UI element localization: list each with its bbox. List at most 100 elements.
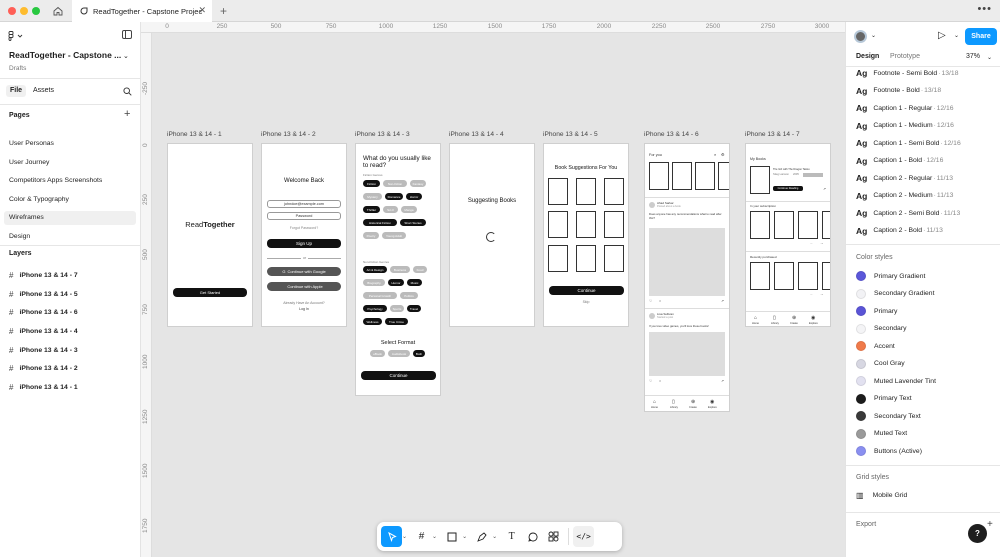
color-style-item[interactable]: Muted Lavender Tint (856, 376, 936, 386)
zoom-level[interactable]: 37% (966, 53, 980, 60)
tab-file[interactable]: File (6, 85, 27, 97)
frame-iphone-4[interactable]: Suggesting Books (449, 143, 535, 327)
page-item-user-journey[interactable]: User Journey (4, 156, 136, 170)
nav-label[interactable]: Home (752, 322, 759, 325)
nav-library-icon[interactable]: ▯ (773, 315, 776, 321)
comment-tool-icon[interactable] (522, 526, 543, 547)
present-icon[interactable]: ▷ (938, 30, 946, 41)
book-card[interactable] (649, 162, 669, 190)
frame-tool-icon[interactable]: # (411, 526, 432, 547)
main-menu-icon[interactable] (8, 31, 24, 44)
color-style-item[interactable]: Primary Gradient (856, 271, 925, 281)
arrow-right-icon[interactable]: → (820, 241, 824, 245)
avatar[interactable] (649, 313, 655, 319)
genre-chip[interactable]: Fantasy (410, 180, 426, 187)
genre-chip[interactable]: Sci-fi (383, 206, 398, 213)
text-tool-icon[interactable]: T (501, 526, 522, 547)
nav-library-icon[interactable]: ▯ (672, 399, 675, 405)
close-tab-icon[interactable]: ✕ (198, 5, 206, 16)
skip-link[interactable]: Skip (544, 300, 628, 304)
toggle-sidebar-icon[interactable] (122, 30, 132, 39)
genre-chip[interactable]: Fiction (363, 180, 380, 187)
nav-label[interactable]: Home (651, 406, 658, 409)
settings-icon[interactable]: ⚙ (721, 152, 725, 157)
layer-iphone-4[interactable]: # iPhone 13 & 14 - 4 (9, 324, 134, 338)
post-image[interactable] (649, 332, 725, 376)
text-style-item[interactable]: Ag Caption 1 - Medium · 12/16 (856, 121, 954, 131)
chevron-down-icon[interactable]: ⌄ (954, 32, 959, 39)
book-card[interactable] (822, 262, 830, 290)
nav-create-icon[interactable]: ⊕ (792, 315, 796, 321)
genre-chip[interactable]: Biography (363, 279, 385, 286)
book-placeholder[interactable] (548, 178, 568, 205)
genre-chip[interactable]: Horror (406, 193, 422, 200)
comment-icon[interactable]: ○ (659, 379, 661, 383)
layer-iphone-1[interactable]: # iPhone 13 & 14 - 1 (9, 380, 134, 394)
genre-chip[interactable]: Sports (390, 305, 404, 312)
close-window-button[interactable] (8, 7, 16, 15)
text-style-item[interactable]: Ag Caption 2 - Bold · 11/13 (856, 226, 943, 236)
share-icon[interactable]: ↗ (721, 379, 724, 383)
user-avatar[interactable] (854, 30, 867, 43)
text-style-item[interactable]: Ag Caption 1 - Semi Bold · 12/16 (856, 138, 961, 148)
design-canvas[interactable]: iPhone 13 & 14 - 1 iPhone 13 & 14 - 2 iP… (152, 33, 845, 557)
frame-iphone-2[interactable]: Welcome Back johndoe@example.com Passwor… (261, 143, 347, 327)
book-placeholder[interactable] (576, 211, 596, 238)
book-card[interactable] (822, 211, 830, 239)
genre-chip[interactable]: Young Adult (382, 232, 406, 239)
arrow-left-icon[interactable]: ← (810, 241, 814, 245)
apple-button[interactable]: Continue with Apple (267, 282, 341, 291)
search-icon[interactable] (123, 87, 132, 98)
frame-iphone-3[interactable]: What do you usually like to read? Fictio… (355, 143, 441, 396)
project-location[interactable]: Drafts (9, 65, 26, 72)
color-style-item[interactable]: Muted Text (856, 428, 907, 439)
book-card[interactable] (774, 211, 794, 239)
page-item-wireframes[interactable]: Wireframes (4, 211, 136, 225)
arrow-right-icon[interactable]: → (820, 292, 824, 296)
nav-explore-icon[interactable]: ◉ (710, 399, 714, 405)
nav-label[interactable]: Explore (708, 406, 717, 409)
dev-mode-icon[interactable]: </> (573, 526, 595, 547)
book-placeholder[interactable] (548, 211, 568, 238)
genre-chip[interactable]: Food (413, 266, 427, 273)
email-field[interactable]: johndoe@example.com (267, 200, 341, 208)
rectangle-tool-icon[interactable] (441, 526, 462, 547)
genre-chip[interactable]: Audiobook (388, 350, 410, 357)
get-started-button[interactable]: Get Started (173, 288, 247, 297)
tab-prototype[interactable]: Prototype (890, 53, 920, 60)
genre-chip[interactable]: Manga (401, 206, 417, 213)
color-style-item[interactable]: Accent (856, 341, 895, 351)
frame-iphone-1[interactable]: ReadTogether Get Started (167, 143, 253, 327)
avatar[interactable] (649, 202, 655, 208)
color-style-item[interactable]: Primary Text (856, 393, 912, 404)
log-in-link[interactable]: Log In (262, 307, 346, 311)
frame-label[interactable]: iPhone 13 & 14 - 5 (543, 131, 598, 138)
color-style-item[interactable]: Secondary Gradient (856, 288, 934, 299)
text-style-item[interactable]: Ag Caption 1 - Bold · 12/16 (856, 156, 943, 166)
google-button[interactable]: G Continue with Google (267, 267, 341, 276)
book-placeholder[interactable] (604, 178, 624, 205)
nav-home-icon[interactable]: ⌂ (754, 315, 757, 321)
frame-iphone-6[interactable]: For you ⌕ ⚙ Ahad Sarkar Posted about a b… (644, 143, 730, 412)
genre-chip[interactable]: Short Stories (400, 219, 426, 226)
move-tool-icon[interactable] (381, 526, 402, 547)
nav-label[interactable]: Create (790, 322, 798, 325)
chevron-down-icon[interactable]: ⌄ (871, 32, 876, 39)
genre-chip[interactable]: Thriller (363, 206, 380, 213)
genre-chip[interactable]: Art & Design (363, 266, 387, 273)
search-icon[interactable]: ⌕ (714, 152, 716, 157)
nav-label[interactable]: Create (689, 406, 697, 409)
book-placeholder[interactable] (576, 178, 596, 205)
help-button[interactable]: ? (968, 524, 987, 543)
book-card[interactable] (695, 162, 715, 190)
nav-explore-icon[interactable]: ◉ (811, 315, 815, 321)
genre-chip[interactable]: Politics (400, 292, 418, 299)
tab-design[interactable]: Design (856, 53, 879, 60)
color-style-item[interactable]: Cool Gray (856, 358, 905, 369)
genre-chip[interactable]: Travel (407, 305, 421, 312)
chevron-down-icon[interactable]: ⌄ (987, 54, 992, 61)
tab-assets[interactable]: Assets (29, 85, 58, 97)
page-item-color-typography[interactable]: Color & Typography (4, 193, 136, 207)
text-style-item[interactable]: Ag Footnote - Bold · 13/18 (856, 86, 941, 96)
sign-up-button[interactable]: Sign Up (267, 239, 341, 248)
